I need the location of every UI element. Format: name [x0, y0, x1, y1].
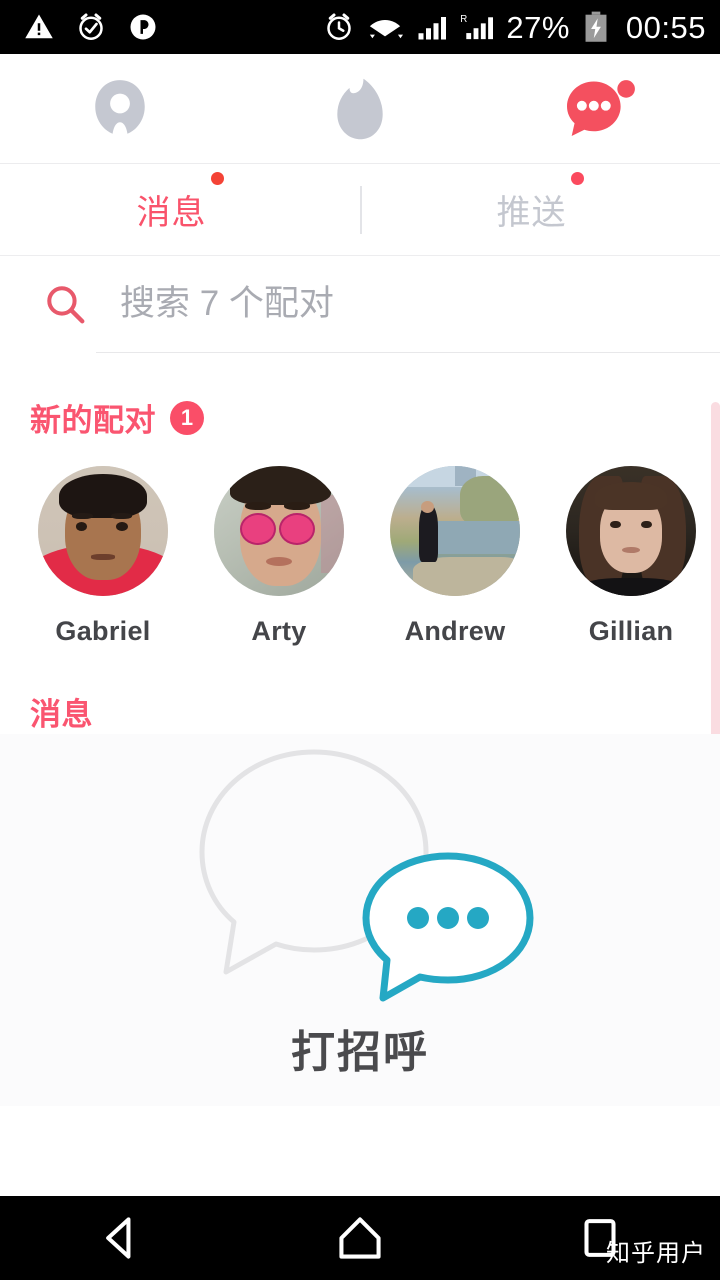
messages-empty-state: 打招呼 — [0, 734, 720, 1106]
tab-feed[interactable]: 推送 — [360, 164, 720, 255]
typing-dot — [407, 907, 429, 929]
new-matches-badge: 1 — [170, 400, 204, 435]
alarm-clock-icon — [327, 13, 352, 40]
notification-badge-dot — [617, 79, 635, 98]
search-section — [0, 256, 720, 353]
wifi-icon — [370, 20, 404, 39]
new-matches-header: 新的配对 1 — [0, 353, 720, 440]
speech-bubbles-illustration — [199, 749, 534, 1002]
parking-p-icon — [130, 14, 156, 40]
home-icon — [339, 1217, 381, 1259]
messages-header: 消息 — [0, 647, 720, 734]
tab-bar: 消息 推送 — [0, 164, 720, 256]
profile-icon — [95, 79, 145, 134]
say-hello-label: 打招呼 — [291, 1028, 429, 1077]
new-matches-list[interactable]: Gabriel Arty Andrew Gillian — [0, 440, 720, 647]
speech-bubbles-icon — [180, 740, 540, 1040]
new-matches-title: 新的配对 — [30, 403, 156, 438]
tab-messages-label: 消息 — [136, 194, 207, 232]
messages-title: 消息 — [30, 697, 93, 732]
match-name: Gillian — [588, 616, 674, 646]
tab-messages[interactable]: 消息 — [0, 164, 360, 255]
messages-icon — [567, 79, 635, 136]
app-root: R 27% 00:55 消息 推送 搜索 7 个配对 新的配对 1 Gabrie… — [0, 0, 720, 1280]
nav-item-flame[interactable] — [240, 54, 480, 163]
tab-messages-dot — [210, 172, 224, 185]
nav-item-profile[interactable] — [0, 54, 240, 163]
search-icon — [47, 286, 85, 324]
android-navigation-bar: 知乎用户 — [0, 1196, 720, 1280]
search-row[interactable] — [0, 256, 720, 352]
match-item[interactable]: Gillian — [566, 466, 696, 647]
nav-home-button[interactable] — [300, 1211, 420, 1265]
tab-divider — [360, 186, 362, 234]
match-name: Gabriel — [55, 616, 151, 646]
watermark-label: 知乎用户 — [606, 1239, 706, 1267]
warning-triangle-icon — [25, 14, 53, 39]
nav-item-messages[interactable] — [480, 54, 720, 163]
roaming-label: R — [461, 14, 468, 25]
search-input[interactable] — [120, 284, 640, 324]
new-matches-section: 新的配对 1 Gabriel Arty Andrew Gillian — [0, 353, 720, 647]
battery-percent-label: 27% — [506, 9, 570, 45]
alarm-clock-icon — [79, 13, 103, 40]
match-item[interactable]: Andrew — [390, 466, 520, 647]
back-triangle-icon — [106, 1217, 131, 1259]
roaming-signal-icon: R — [461, 14, 494, 40]
typing-dot — [467, 907, 489, 929]
status-bar-right-icons: R 27% 00:55 — [324, 11, 706, 43]
battery-charging-icon — [585, 11, 607, 42]
match-name: Arty — [251, 616, 307, 646]
clock-label: 00:55 — [625, 9, 706, 45]
avatar[interactable] — [390, 466, 520, 596]
signal-bars-icon — [418, 17, 447, 40]
tab-feed-label: 推送 — [496, 194, 567, 232]
status-bar: R 27% 00:55 — [0, 0, 720, 54]
tab-feed-dot — [570, 172, 584, 185]
match-name: Andrew — [404, 616, 506, 646]
avatar[interactable] — [566, 466, 696, 596]
top-navigation-bar — [0, 54, 720, 164]
match-item[interactable]: Gabriel — [38, 466, 168, 647]
status-bar-left-icons — [24, 12, 158, 42]
flame-icon — [337, 78, 383, 139]
typing-dot — [437, 907, 459, 929]
avatar[interactable] — [214, 466, 344, 596]
nav-back-button[interactable] — [60, 1211, 180, 1265]
avatar[interactable] — [38, 466, 168, 596]
match-item[interactable]: Arty — [214, 466, 344, 647]
